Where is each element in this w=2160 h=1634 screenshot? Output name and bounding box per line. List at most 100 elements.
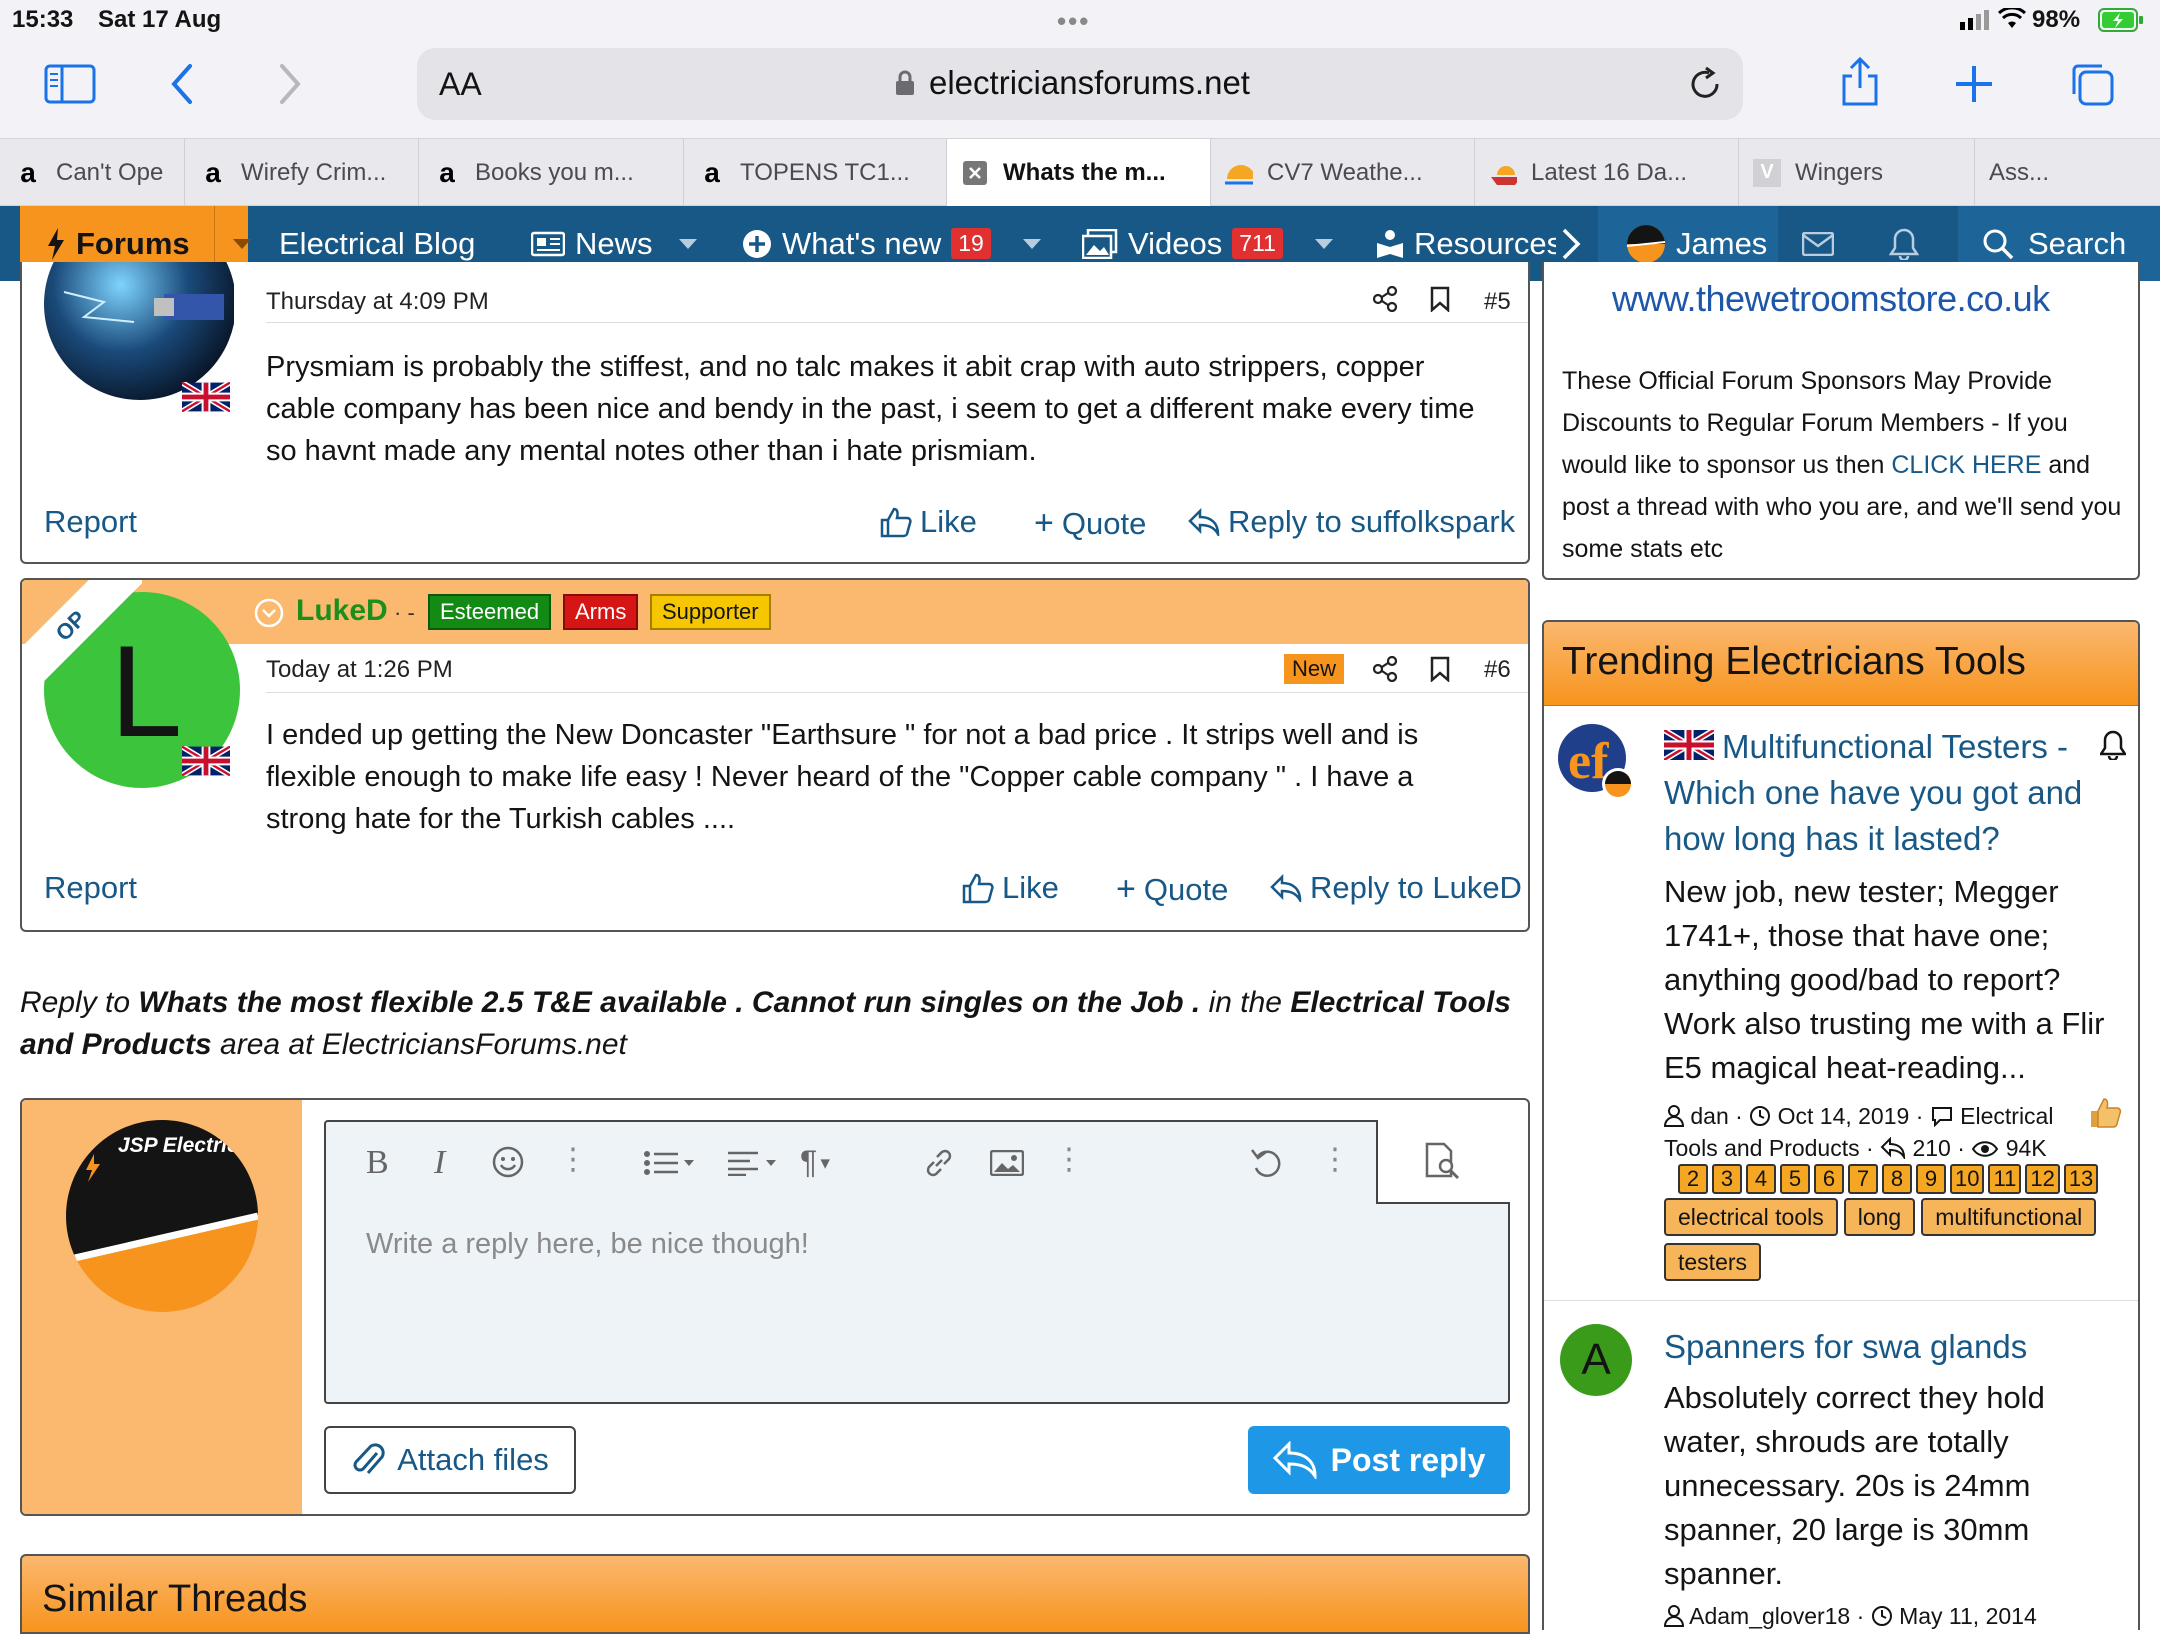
preview-toggle[interactable] (1376, 1120, 1510, 1204)
reply-textarea-placeholder[interactable]: Write a reply here, be nice though! (366, 1228, 809, 1261)
address-bar[interactable]: AA electriciansforums.net (417, 48, 1743, 120)
sponsor-block: www.thewetroomstore.co.uk These Official… (1542, 262, 2140, 580)
tab-9[interactable]: Ass... (1975, 139, 2160, 206)
thread-title-link[interactable]: Whats the most flexible 2.5 T&E availabl… (138, 986, 1200, 1019)
post-5-reply[interactable]: Reply to suffolkspark (1188, 504, 1515, 540)
tab-8[interactable]: V Wingers (1739, 139, 1975, 206)
multitask-dots-icon[interactable]: ••• (1057, 6, 1090, 37)
tab-2[interactable]: a Wirefy Crim... (185, 139, 419, 206)
share-icon[interactable] (1838, 56, 1882, 108)
page-jump-link[interactable]: 11 (1988, 1164, 2022, 1194)
page-jump-link[interactable]: 12 (2025, 1164, 2060, 1194)
reload-icon[interactable] (1687, 66, 1723, 102)
bookmark-icon[interactable] (1430, 286, 1450, 312)
page-jump-link[interactable]: 2 (1678, 1164, 1708, 1194)
reader-aa-button[interactable]: AA (439, 66, 482, 103)
thread-2-avatar[interactable]: A (1560, 1324, 1632, 1396)
post-5-time[interactable]: Thursday at 4:09 PM (266, 288, 489, 316)
chevron-circle-icon[interactable] (254, 598, 284, 628)
thread-2-title-link[interactable]: Spanners for swa glands (1664, 1324, 2104, 1370)
tab-3[interactable]: a Books you m... (419, 139, 684, 206)
page-jump-link[interactable]: 7 (1848, 1164, 1878, 1194)
more-options-icon[interactable]: ⋮ (1320, 1142, 1350, 1177)
page-jump-link[interactable]: 10 (1950, 1164, 1985, 1194)
tag-link[interactable]: electrical tools (1664, 1198, 1838, 1236)
close-tab-icon[interactable] (961, 159, 989, 187)
page-jump-link[interactable]: 9 (1916, 1164, 1946, 1194)
sponsor-click-here-link[interactable]: CLICK HERE (1891, 451, 2041, 479)
post-6-username[interactable]: LukeD (296, 594, 388, 628)
page-jump-link[interactable]: 6 (1814, 1164, 1844, 1194)
nav-user-label: James (1676, 225, 1768, 261)
thread-2-author[interactable]: Adam_glover18 (1689, 1603, 1850, 1629)
username-separator: · - (394, 600, 415, 625)
tab-4[interactable]: a TOPENS TC1... (684, 139, 947, 206)
battery-percent: 98% (2032, 6, 2081, 33)
uk-flag-icon (182, 382, 230, 412)
reply-user-avatar[interactable]: JSP Electric (66, 1120, 258, 1312)
url-text[interactable]: electriciansforums.net (929, 64, 1250, 102)
post-5-like[interactable]: Like (880, 504, 977, 540)
tab-7[interactable]: Latest 16 Da... (1475, 139, 1739, 206)
thread-1-author[interactable]: dan (1690, 1103, 1728, 1129)
new-tab-icon[interactable] (1954, 64, 1994, 104)
list-icon[interactable] (644, 1150, 696, 1176)
tab-label: Ass... (1989, 158, 2050, 186)
attach-files-button[interactable]: Attach files (324, 1426, 576, 1494)
forward-icon[interactable] (276, 62, 304, 106)
tag-link[interactable]: testers (1664, 1243, 1762, 1281)
more-options-icon[interactable]: ⋮ (558, 1142, 588, 1177)
chevron-down-icon[interactable] (232, 238, 251, 249)
amazon-icon: a (704, 156, 720, 188)
align-icon[interactable] (726, 1150, 778, 1176)
post-reply-button[interactable]: Post reply (1248, 1426, 1510, 1494)
chevron-down-icon[interactable] (1314, 238, 1333, 249)
link-icon[interactable] (922, 1146, 956, 1180)
post-5-number[interactable]: #5 (1484, 288, 1511, 316)
more-options-icon[interactable]: ⋮ (1054, 1142, 1084, 1177)
watch-bell-icon[interactable] (2100, 730, 2126, 760)
chevron-down-icon[interactable] (678, 238, 697, 249)
image-icon[interactable] (990, 1150, 1024, 1176)
user-icon (1664, 1105, 1684, 1127)
page-jump-link[interactable]: 4 (1746, 1164, 1776, 1194)
post-5-report[interactable]: Report (44, 504, 137, 540)
page-jump-link[interactable]: 13 (2063, 1164, 2099, 1194)
post-6-quote[interactable]: + Quote (1116, 870, 1228, 909)
tab-1[interactable]: a Can't Ope (0, 139, 185, 206)
tag-link[interactable]: multifunctional (1921, 1198, 2097, 1236)
page-jump-link[interactable]: 3 (1712, 1164, 1742, 1194)
sponsor-link[interactable]: www.thewetroomstore.co.uk (1612, 278, 2050, 320)
tabs-overview-icon[interactable] (2068, 60, 2116, 108)
chevron-down-icon[interactable] (1022, 238, 1041, 249)
uk-flag-icon (182, 746, 230, 776)
tab-5-active[interactable]: Whats the m... (947, 139, 1211, 206)
thumbs-up-icon (962, 872, 994, 904)
post-6-report[interactable]: Report (44, 870, 137, 906)
post-6-reply[interactable]: Reply to LukeD (1270, 870, 1522, 906)
paragraph-icon[interactable]: ¶▼ (800, 1144, 833, 1181)
nav-forums-label: Forums (76, 225, 190, 261)
page-jump-link[interactable]: 5 (1780, 1164, 1810, 1194)
post-6-time[interactable]: Today at 1:26 PM (266, 656, 453, 684)
tab-label: CV7 Weathe... (1267, 158, 1423, 186)
tab-6[interactable]: CV7 Weathe... (1211, 139, 1475, 206)
thread-1-title-link[interactable]: Multifunctional Testers - Which one have… (1664, 724, 2104, 862)
post-6-number[interactable]: #6 (1484, 656, 1511, 684)
back-icon[interactable] (168, 62, 196, 106)
bold-icon[interactable]: B (366, 1144, 389, 1182)
thread-1-avatar[interactable]: ef (1558, 724, 1636, 802)
undo-icon[interactable] (1250, 1146, 1286, 1180)
similar-threads-title: Similar Threads (42, 1578, 308, 1620)
italic-icon[interactable]: I (434, 1144, 445, 1182)
sidebar-toggle-icon[interactable] (44, 64, 96, 104)
share-post-icon[interactable] (1372, 286, 1398, 312)
bookmark-icon[interactable] (1430, 656, 1450, 682)
tag-link[interactable]: long (1843, 1198, 1916, 1236)
post-6-like[interactable]: Like (962, 870, 1059, 906)
editor-box: B I ⋮ ¶▼ ⋮ ⋮ Write a reply here, be nice… (324, 1120, 1510, 1404)
share-post-icon[interactable] (1372, 656, 1398, 682)
page-jump-link[interactable]: 8 (1882, 1164, 1912, 1194)
post-5-quote[interactable]: + Quote (1034, 504, 1146, 543)
smiley-icon[interactable] (492, 1146, 524, 1178)
